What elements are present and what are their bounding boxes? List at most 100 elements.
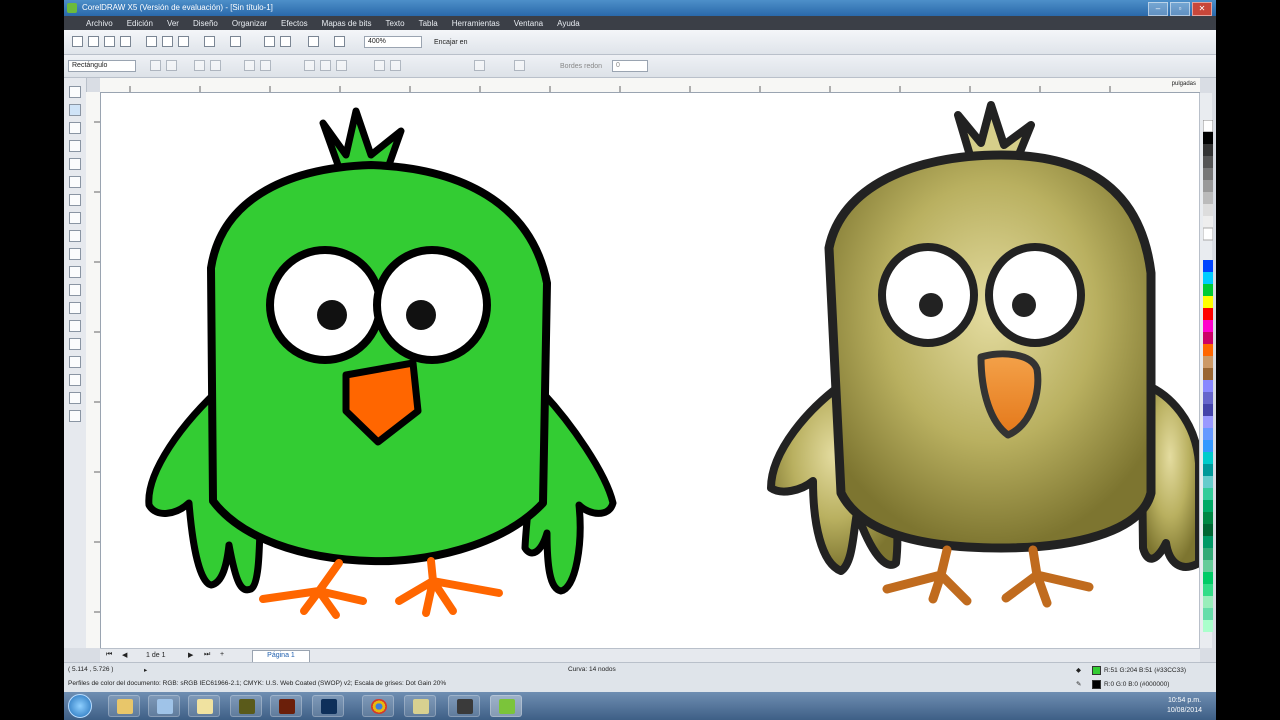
fill-color-swatch[interactable] — [1092, 666, 1101, 675]
mirror-v-icon[interactable] — [166, 60, 177, 71]
undo-icon[interactable] — [204, 36, 215, 47]
first-page-button[interactable]: ⏮ — [106, 651, 112, 659]
crop-tool-icon[interactable] — [69, 122, 81, 134]
print-icon[interactable] — [120, 36, 131, 47]
rectangle-tool-icon[interactable] — [69, 194, 81, 206]
pick-tool-icon[interactable] — [69, 86, 81, 98]
menu-ventana[interactable]: Ventana — [514, 19, 543, 28]
import-icon[interactable] — [264, 36, 275, 47]
open-icon[interactable] — [88, 36, 99, 47]
symmetric-icon[interactable] — [336, 60, 347, 71]
start-orb-icon[interactable] — [68, 694, 92, 718]
curve-icon[interactable] — [244, 60, 255, 71]
blend-tool-icon[interactable] — [69, 338, 81, 350]
last-page-button[interactable]: ⏭ — [204, 651, 210, 659]
muse-icon[interactable] — [230, 695, 262, 717]
ellipse-tool-icon[interactable] — [69, 212, 81, 224]
menu-efectos[interactable]: Efectos — [281, 19, 308, 28]
menu-texto[interactable]: Texto — [385, 19, 404, 28]
outline-color-swatch[interactable] — [1092, 680, 1101, 689]
fill-tool-icon[interactable] — [69, 392, 81, 404]
snap-to-dropdown[interactable]: Encajar en — [434, 39, 467, 46]
shape-tool-icon[interactable] — [69, 104, 81, 116]
reverse-icon[interactable] — [374, 60, 385, 71]
menu-bar: Archivo Edición Ver Diseño Organizar Efe… — [64, 16, 1216, 30]
horizontal-ruler[interactable]: pulgadas — [100, 78, 1200, 93]
object-type-select[interactable]: Rectángulo — [68, 60, 136, 72]
status-arrow-icon[interactable]: ▸ — [144, 666, 147, 674]
new-icon[interactable] — [72, 36, 83, 47]
paste-icon[interactable] — [178, 36, 189, 47]
interactive-fill-tool-icon[interactable] — [69, 410, 81, 422]
reflect-icon[interactable] — [474, 60, 485, 71]
fill-color-info: R:51 G:204 B:51 (#33CC33) — [1104, 667, 1187, 674]
export-icon[interactable] — [280, 36, 291, 47]
node-add-icon[interactable] — [210, 60, 221, 71]
dimension-tool-icon[interactable] — [69, 302, 81, 314]
launcher-icon[interactable] — [308, 36, 319, 47]
chrome-icon[interactable] — [362, 695, 394, 717]
menu-edicion[interactable]: Edición — [127, 19, 153, 28]
outline-tool-icon[interactable] — [69, 374, 81, 386]
color-profile-info[interactable]: Perfiles de color del documento: RGB: sR… — [68, 680, 446, 687]
green-bird-drawing[interactable] — [145, 107, 617, 619]
menu-ver[interactable]: Ver — [167, 19, 179, 28]
ruler-unit-label: pulgadas — [1171, 81, 1196, 87]
menu-archivo[interactable]: Archivo — [86, 19, 113, 28]
smooth-icon[interactable] — [320, 60, 331, 71]
stamp-icon[interactable] — [448, 695, 480, 717]
menu-organizar[interactable]: Organizar — [232, 19, 267, 28]
explorer-icon[interactable] — [108, 695, 140, 717]
folder-icon[interactable] — [148, 695, 180, 717]
close-button[interactable]: ✕ — [1192, 2, 1212, 16]
zoom-level-field[interactable]: 400% — [364, 36, 422, 48]
drawing-canvas[interactable] — [101, 93, 1199, 648]
vertical-ruler-ticks — [94, 121, 100, 613]
corner-value-field[interactable]: 0 — [612, 60, 648, 72]
minimize-button[interactable]: – — [1148, 2, 1168, 16]
menu-tabla[interactable]: Tabla — [419, 19, 438, 28]
align-icon[interactable] — [514, 60, 525, 71]
save-icon[interactable] — [104, 36, 115, 47]
restore-button[interactable]: ▫ — [1170, 2, 1190, 16]
photoshop-icon[interactable] — [312, 695, 344, 717]
system-clock[interactable]: 10:54 p.m. 10/08/2014 — [1167, 696, 1202, 716]
copy-icon[interactable] — [162, 36, 173, 47]
illustrator-icon[interactable] — [270, 695, 302, 717]
archive-icon[interactable] — [404, 695, 436, 717]
add-page-button[interactable]: + — [220, 651, 224, 658]
next-page-button[interactable]: ▶ — [188, 651, 193, 659]
vertical-ruler[interactable] — [86, 92, 101, 648]
node-icon[interactable] — [194, 60, 205, 71]
outline-pen-icon: ✎ — [1076, 681, 1082, 688]
olive-bird-bitmap[interactable] — [767, 101, 1199, 608]
table-tool-icon[interactable] — [69, 284, 81, 296]
welcome-icon[interactable] — [334, 36, 345, 47]
prev-page-button[interactable]: ◀ — [122, 651, 127, 659]
redo-icon[interactable] — [230, 36, 241, 47]
palette-swatches — [1202, 119, 1214, 632]
extract-icon[interactable] — [390, 60, 401, 71]
menu-mapas-de-bits[interactable]: Mapas de bits — [322, 19, 372, 28]
line-icon[interactable] — [260, 60, 271, 71]
basic-shapes-tool-icon[interactable] — [69, 248, 81, 260]
text-tool-icon[interactable] — [69, 266, 81, 278]
smart-fill-tool-icon[interactable] — [69, 176, 81, 188]
freehand-tool-icon[interactable] — [69, 158, 81, 170]
zoom-tool-icon[interactable] — [69, 140, 81, 152]
connector-tool-icon[interactable] — [69, 320, 81, 332]
files-icon[interactable] — [188, 695, 220, 717]
menu-diseno[interactable]: Diseño — [193, 19, 218, 28]
color-palette[interactable] — [1202, 119, 1214, 640]
page-counter: 1 de 1 — [146, 652, 166, 659]
cut-icon[interactable] — [146, 36, 157, 47]
polygon-tool-icon[interactable] — [69, 230, 81, 242]
mirror-h-icon[interactable] — [150, 60, 161, 71]
artwork — [145, 101, 1199, 619]
cusp-icon[interactable] — [304, 60, 315, 71]
coreldraw-icon[interactable] — [490, 695, 522, 717]
menu-herramientas[interactable]: Herramientas — [452, 19, 500, 28]
outline-corner-label: Bordes redon — [560, 63, 603, 70]
eyedropper-tool-icon[interactable] — [69, 356, 81, 368]
menu-ayuda[interactable]: Ayuda — [557, 19, 580, 28]
